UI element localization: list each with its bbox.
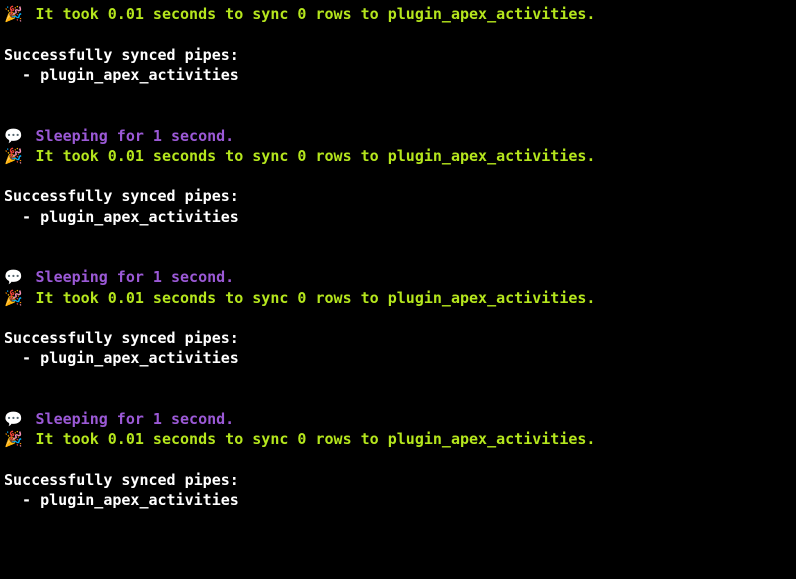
success-item: - plugin_apex_activities [4, 490, 792, 510]
sleep-text: Sleeping for 1 second. [27, 127, 235, 145]
sync-text: It took 0.01 seconds to sync 0 rows to p… [27, 5, 596, 23]
blank-line [4, 85, 792, 105]
blank-line [4, 166, 792, 186]
blank-line [4, 227, 792, 247]
sleep-line: 💬 Sleeping for 1 second. [4, 267, 792, 287]
speech-icon: 💬 [4, 126, 27, 146]
success-header: Successfully synced pipes: [4, 328, 792, 348]
sync-text: It took 0.01 seconds to sync 0 rows to p… [27, 147, 596, 165]
blank-line [4, 308, 792, 328]
blank-line [4, 247, 792, 267]
success-header: Successfully synced pipes: [4, 45, 792, 65]
speech-icon: 💬 [4, 267, 27, 287]
sync-text: It took 0.01 seconds to sync 0 rows to p… [27, 430, 596, 448]
sleep-line: 💬 Sleeping for 1 second. [4, 126, 792, 146]
party-icon: 🎉 [4, 429, 27, 449]
party-icon: 🎉 [4, 288, 27, 308]
party-icon: 🎉 [4, 4, 27, 24]
blank-line [4, 369, 792, 389]
sleep-text: Sleeping for 1 second. [27, 410, 235, 428]
success-header: Successfully synced pipes: [4, 186, 792, 206]
sync-line: 🎉 It took 0.01 seconds to sync 0 rows to… [4, 288, 792, 308]
blank-line [4, 389, 792, 409]
party-icon: 🎉 [4, 146, 27, 166]
log-block: 💬 Sleeping for 1 second. 🎉 It took 0.01 … [4, 267, 792, 409]
blank-line [4, 24, 792, 44]
terminal-output: 🎉 It took 0.01 seconds to sync 0 rows to… [4, 4, 792, 510]
speech-icon: 💬 [4, 409, 27, 429]
success-header: Successfully synced pipes: [4, 470, 792, 490]
log-block: 💬 Sleeping for 1 second. 🎉 It took 0.01 … [4, 126, 792, 268]
log-block: 💬 Sleeping for 1 second. 🎉 It took 0.01 … [4, 409, 792, 510]
sync-text: It took 0.01 seconds to sync 0 rows to p… [27, 289, 596, 307]
sleep-line: 💬 Sleeping for 1 second. [4, 409, 792, 429]
blank-line [4, 450, 792, 470]
success-item: - plugin_apex_activities [4, 207, 792, 227]
sleep-text: Sleeping for 1 second. [27, 268, 235, 286]
sync-line: 🎉 It took 0.01 seconds to sync 0 rows to… [4, 429, 792, 449]
success-item: - plugin_apex_activities [4, 348, 792, 368]
sync-line: 🎉 It took 0.01 seconds to sync 0 rows to… [4, 4, 792, 24]
log-block: 🎉 It took 0.01 seconds to sync 0 rows to… [4, 4, 792, 126]
blank-line [4, 105, 792, 125]
success-item: - plugin_apex_activities [4, 65, 792, 85]
sync-line: 🎉 It took 0.01 seconds to sync 0 rows to… [4, 146, 792, 166]
